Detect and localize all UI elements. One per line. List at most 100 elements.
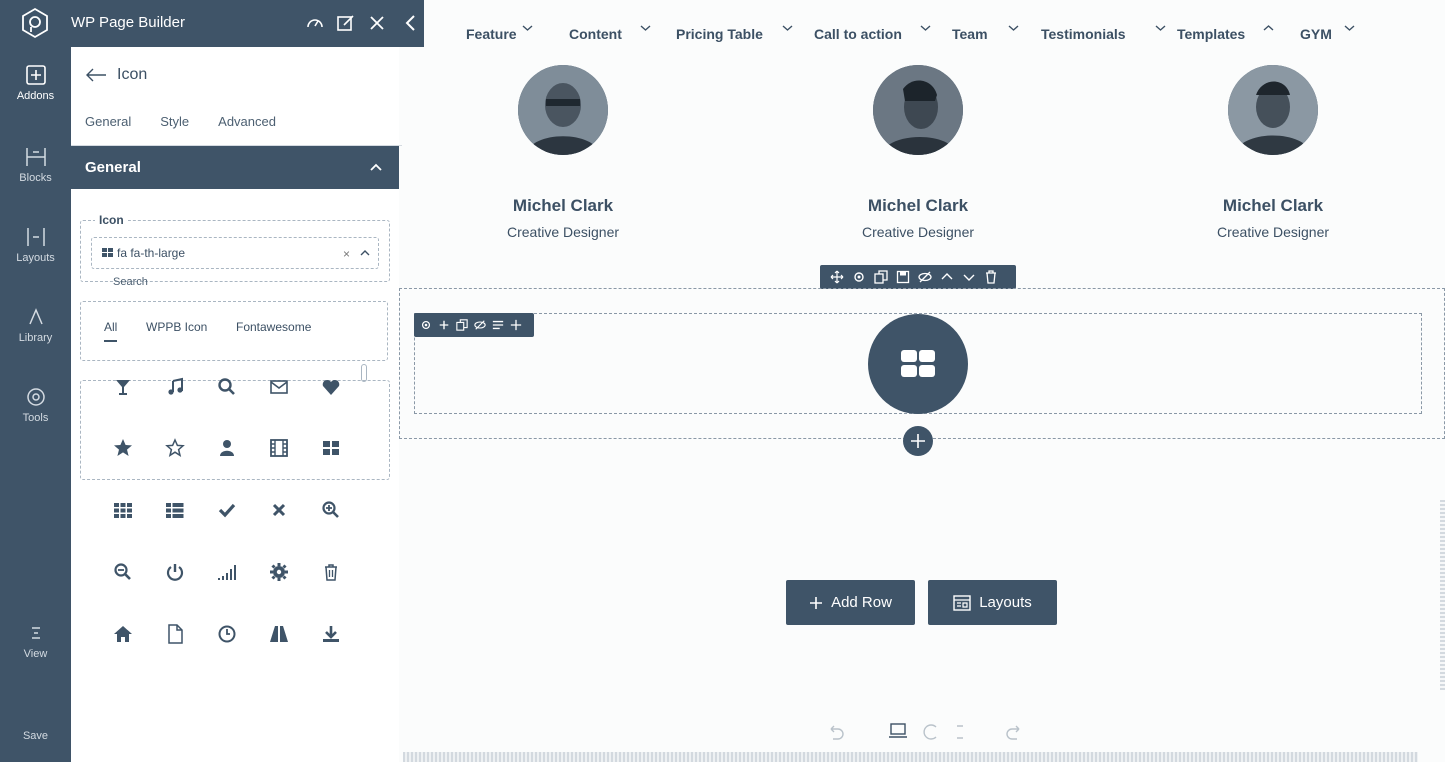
nav-item-feature[interactable]: Feature	[466, 26, 517, 42]
tab-advanced[interactable]: Advanced	[218, 114, 276, 137]
zoom-out-icon[interactable]	[113, 562, 133, 582]
tab-general[interactable]: General	[85, 114, 131, 137]
chevron-down-icon	[1344, 25, 1355, 31]
add-row-label: Add Row	[831, 594, 892, 611]
chevron-down-icon[interactable]	[962, 270, 976, 284]
move-icon[interactable]	[830, 270, 844, 284]
nav-item-call-to-action[interactable]: Call to action	[814, 26, 902, 42]
mobile-icon[interactable]	[954, 723, 966, 741]
th-list-icon[interactable]	[165, 500, 185, 520]
icon-select[interactable]: fa fa-th-large ×	[91, 237, 379, 269]
avatar	[873, 65, 963, 155]
close-icon[interactable]	[269, 500, 289, 520]
music-icon[interactable]	[165, 377, 185, 397]
layouts-button[interactable]: Layouts	[928, 580, 1057, 625]
panel-tabs: General Style Advanced	[85, 114, 305, 137]
home-icon[interactable]	[113, 624, 133, 644]
add-addon-button[interactable]	[903, 426, 933, 456]
filter-all[interactable]: All	[104, 320, 118, 342]
nav-item-gym[interactable]: GYM	[1300, 26, 1332, 42]
icon-search-input[interactable]: Search	[113, 276, 148, 288]
heart-icon[interactable]	[321, 377, 341, 397]
gear-icon[interactable]	[852, 270, 866, 284]
clear-icon[interactable]: ×	[343, 247, 350, 261]
chevron-down-icon	[1155, 25, 1166, 31]
rail-item-library[interactable]: Library	[0, 306, 71, 368]
clock-icon[interactable]	[217, 624, 237, 644]
move-icon[interactable]	[510, 319, 522, 331]
nav-item-team[interactable]: Team	[952, 26, 988, 42]
rail-item-addons[interactable]: Addons	[0, 64, 71, 126]
desktop-icon[interactable]	[888, 723, 908, 739]
redo-icon[interactable]	[1005, 723, 1023, 741]
glass-icon[interactable]	[113, 377, 133, 397]
trash-icon[interactable]	[984, 270, 998, 284]
rail-item-view[interactable]: View	[0, 622, 71, 684]
star-icon[interactable]	[113, 438, 133, 458]
download-icon[interactable]	[321, 624, 341, 644]
filter-wppb-icon[interactable]: WPPB Icon	[146, 320, 207, 334]
columns-icon[interactable]	[492, 319, 504, 331]
rail-item-tools[interactable]: Tools	[0, 386, 71, 448]
nav-item-content[interactable]: Content	[569, 26, 622, 42]
tab-style[interactable]: Style	[160, 114, 189, 137]
close-icon[interactable]	[367, 13, 387, 33]
cog-icon[interactable]	[269, 562, 289, 582]
vertical-scrollbar[interactable]	[1440, 500, 1445, 690]
nav-item-templates[interactable]: Templates	[1177, 26, 1245, 42]
icon-field: Icon fa fa-th-large ×	[80, 213, 390, 282]
road-icon[interactable]	[269, 624, 289, 644]
power-icon[interactable]	[165, 562, 185, 582]
rail-item-layouts[interactable]: Layouts	[0, 226, 71, 288]
chevron-down-icon	[1008, 25, 1019, 31]
save-icon[interactable]	[896, 270, 910, 284]
member-name: Michel Clark	[512, 196, 614, 215]
panel-header: WP Page Builder	[71, 0, 424, 47]
speedometer-icon[interactable]	[305, 13, 325, 33]
gear-icon[interactable]	[420, 319, 432, 331]
hide-icon[interactable]	[474, 319, 486, 331]
trash-icon[interactable]	[321, 562, 341, 582]
th-large-icon	[901, 350, 935, 377]
filter-fontawesome[interactable]: Fontawesome	[236, 320, 311, 334]
chevron-down-icon	[920, 25, 931, 31]
horizontal-scrollbar[interactable]	[403, 752, 1418, 762]
person-photo	[518, 65, 608, 155]
plus-icon[interactable]	[438, 319, 450, 331]
chevron-up-icon[interactable]	[940, 270, 954, 284]
view-icon	[31, 627, 40, 639]
back-arrow-icon[interactable]	[85, 68, 107, 82]
section-general[interactable]: General	[71, 146, 399, 189]
duplicate-icon[interactable]	[456, 319, 468, 331]
duplicate-icon[interactable]	[874, 270, 888, 284]
star-outline-icon[interactable]	[165, 438, 185, 458]
file-icon[interactable]	[165, 624, 185, 644]
row-toolbar	[820, 265, 1016, 289]
search-icon[interactable]	[217, 377, 237, 397]
chevron-up-icon[interactable]	[360, 249, 370, 257]
film-icon[interactable]	[269, 438, 289, 458]
envelope-icon[interactable]	[269, 377, 289, 397]
icon-addon-preview[interactable]	[868, 314, 968, 414]
add-row-button[interactable]: Add Row	[786, 580, 915, 625]
icon-field-label: Icon	[95, 213, 128, 227]
th-large-icon[interactable]	[321, 438, 341, 458]
th-icon[interactable]	[113, 500, 133, 520]
edit-icon[interactable]	[336, 13, 356, 33]
user-icon[interactable]	[217, 438, 237, 458]
undo-icon[interactable]	[827, 723, 845, 741]
hide-icon[interactable]	[918, 270, 932, 284]
chevron-up-icon	[1263, 25, 1274, 31]
nav-item-testimonials[interactable]: Testimonials	[1041, 26, 1126, 42]
zoom-in-icon[interactable]	[321, 500, 341, 520]
rail-item-blocks[interactable]: Blocks	[0, 146, 71, 208]
chevron-left-icon[interactable]	[401, 13, 421, 33]
tablet-icon[interactable]	[922, 723, 940, 741]
rail-label: Addons	[16, 90, 55, 102]
addon-title: Icon	[117, 66, 148, 83]
check-icon[interactable]	[217, 500, 237, 520]
signal-icon[interactable]	[217, 562, 237, 582]
nav-item-pricing-table[interactable]: Pricing Table	[676, 26, 763, 42]
app-title: WP Page Builder	[71, 14, 185, 31]
rail-item-save[interactable]: Save	[0, 730, 71, 750]
